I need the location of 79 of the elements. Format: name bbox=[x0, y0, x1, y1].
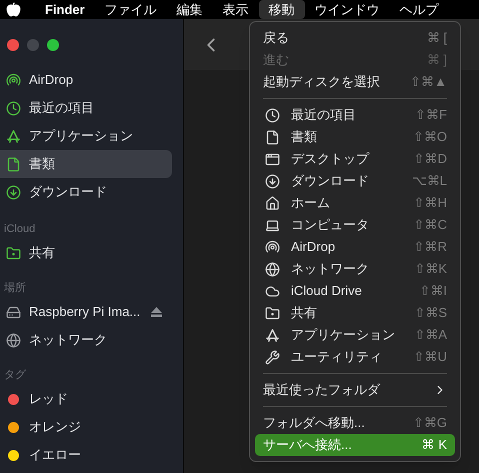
shortcut-text: ⇧⌘U bbox=[414, 348, 447, 366]
menu-item[interactable]: iCloud Drive ⇧⌘I bbox=[255, 280, 455, 302]
menu-bar-item[interactable]: ヘルプ bbox=[390, 0, 449, 19]
shortcut-text: ⇧⌘D bbox=[414, 150, 447, 168]
shortcut-text: ⇧⌘A bbox=[414, 326, 447, 344]
file-icon bbox=[264, 130, 280, 144]
menu-bar-item[interactable]: 表示 bbox=[212, 0, 259, 19]
airdrop-icon bbox=[264, 240, 280, 254]
shortcut-text: ⇧⌘I bbox=[419, 282, 447, 300]
wrench-icon bbox=[264, 350, 280, 364]
menu-item[interactable]: 共有 ⇧⌘S bbox=[255, 302, 455, 324]
menu-bar-item[interactable]: ファイル bbox=[94, 0, 167, 19]
section-heading: タグ bbox=[4, 368, 26, 384]
menu-item[interactable]: コンピュータ ⇧⌘C bbox=[255, 214, 455, 236]
airdrop-icon bbox=[6, 72, 21, 88]
sidebar-item[interactable]: 共有 bbox=[0, 239, 172, 267]
drive-icon bbox=[6, 304, 21, 320]
sidebar-item[interactable]: 書類 bbox=[0, 150, 172, 178]
shortcut-text: ⇧⌘G bbox=[412, 414, 447, 432]
clock-icon bbox=[264, 108, 280, 122]
shortcut-text: ⌘ K bbox=[422, 436, 447, 454]
globe-icon bbox=[6, 332, 21, 348]
apps-icon bbox=[264, 328, 280, 342]
menu-item[interactable]: 戻る ⌘ [ bbox=[255, 27, 455, 49]
shortcut-text: ⇧⌘F bbox=[415, 106, 447, 124]
sidebar-item[interactable]: レッド bbox=[0, 385, 172, 413]
section-heading: 場所 bbox=[4, 281, 26, 296]
clock-icon bbox=[6, 100, 21, 116]
shortcut-text: ⇧⌘▲ bbox=[410, 73, 447, 92]
menu-bar-item[interactable]: ウインドウ bbox=[304, 0, 390, 19]
menu-item[interactable]: ユーティリティ ⇧⌘U bbox=[255, 346, 455, 368]
sidebar-item[interactable]: Raspberry Pi Ima... bbox=[0, 298, 172, 326]
menu-item[interactable]: ダウンロード ⌥⌘L bbox=[255, 170, 455, 192]
sidebar-item[interactable]: アプリケーション bbox=[0, 122, 172, 150]
cloud-icon bbox=[264, 284, 280, 298]
laptop-icon bbox=[264, 218, 280, 232]
shortcut-text: ⇧⌘H bbox=[414, 194, 447, 212]
shared-folder-icon bbox=[6, 246, 21, 260]
shortcut-text: ⌘ ] bbox=[426, 51, 447, 70]
section-heading: iCloud bbox=[4, 222, 36, 238]
shortcut-text: ⇧⌘R bbox=[414, 238, 447, 256]
apple-icon[interactable] bbox=[6, 2, 21, 17]
sidebar-item[interactable]: ダウンロード bbox=[0, 178, 172, 206]
shortcut-text: ⇧⌘C bbox=[414, 216, 447, 234]
download-icon bbox=[6, 184, 21, 200]
sidebar-item[interactable]: イエロー bbox=[0, 441, 172, 469]
close-button[interactable] bbox=[7, 39, 19, 51]
menu-item[interactable]: 最近使ったフォルダ bbox=[255, 379, 455, 401]
menu-bar-item[interactable]: 編集 bbox=[166, 0, 213, 19]
menu-bar-item[interactable]: 移動 bbox=[258, 0, 305, 19]
shortcut-text: ⌘ [ bbox=[426, 29, 447, 48]
sidebar-item[interactable]: オレンジ bbox=[0, 413, 172, 441]
menu-item[interactable]: デスクトップ ⇧⌘D bbox=[255, 148, 455, 170]
sidebar-item[interactable]: ネットワーク bbox=[0, 326, 172, 354]
shared-folder-icon bbox=[264, 306, 280, 320]
menu-item[interactable]: AirDrop ⇧⌘R bbox=[255, 236, 455, 258]
sidebar-item[interactable]: 最近の項目 bbox=[0, 94, 172, 122]
sidebar-item[interactable]: AirDrop bbox=[0, 66, 172, 94]
apps-icon bbox=[6, 128, 21, 144]
menu-bar-item[interactable]: Finder bbox=[35, 0, 95, 19]
download-icon bbox=[264, 174, 280, 188]
shortcut-text: ⌥⌘L bbox=[412, 172, 447, 190]
menu-item[interactable]: 最近の項目 ⇧⌘F bbox=[255, 104, 455, 126]
house-icon bbox=[264, 196, 280, 210]
desktop-icon bbox=[264, 152, 280, 166]
globe-icon bbox=[264, 262, 280, 276]
shortcut-text: ⇧⌘K bbox=[414, 260, 447, 278]
menu-item[interactable]: ホーム ⇧⌘H bbox=[255, 192, 455, 214]
menu-item[interactable]: 書類 ⇧⌘O bbox=[255, 126, 455, 148]
menu-item[interactable]: フォルダへ移動... ⇧⌘G bbox=[255, 412, 455, 434]
menu-item[interactable]: 起動ディスクを選択 ⇧⌘▲ bbox=[255, 71, 455, 93]
zoom-button[interactable] bbox=[47, 39, 59, 51]
shortcut-text: ⇧⌘O bbox=[412, 128, 447, 146]
shortcut-text: ⇧⌘S bbox=[414, 304, 447, 322]
eject-icon[interactable] bbox=[151, 307, 162, 317]
menu-item[interactable]: アプリケーション ⇧⌘A bbox=[255, 324, 455, 346]
menu-item[interactable]: サーバへ接続... ⌘ K bbox=[255, 434, 455, 456]
file-icon bbox=[6, 156, 21, 172]
menu-item[interactable]: ネットワーク ⇧⌘K bbox=[255, 258, 455, 280]
